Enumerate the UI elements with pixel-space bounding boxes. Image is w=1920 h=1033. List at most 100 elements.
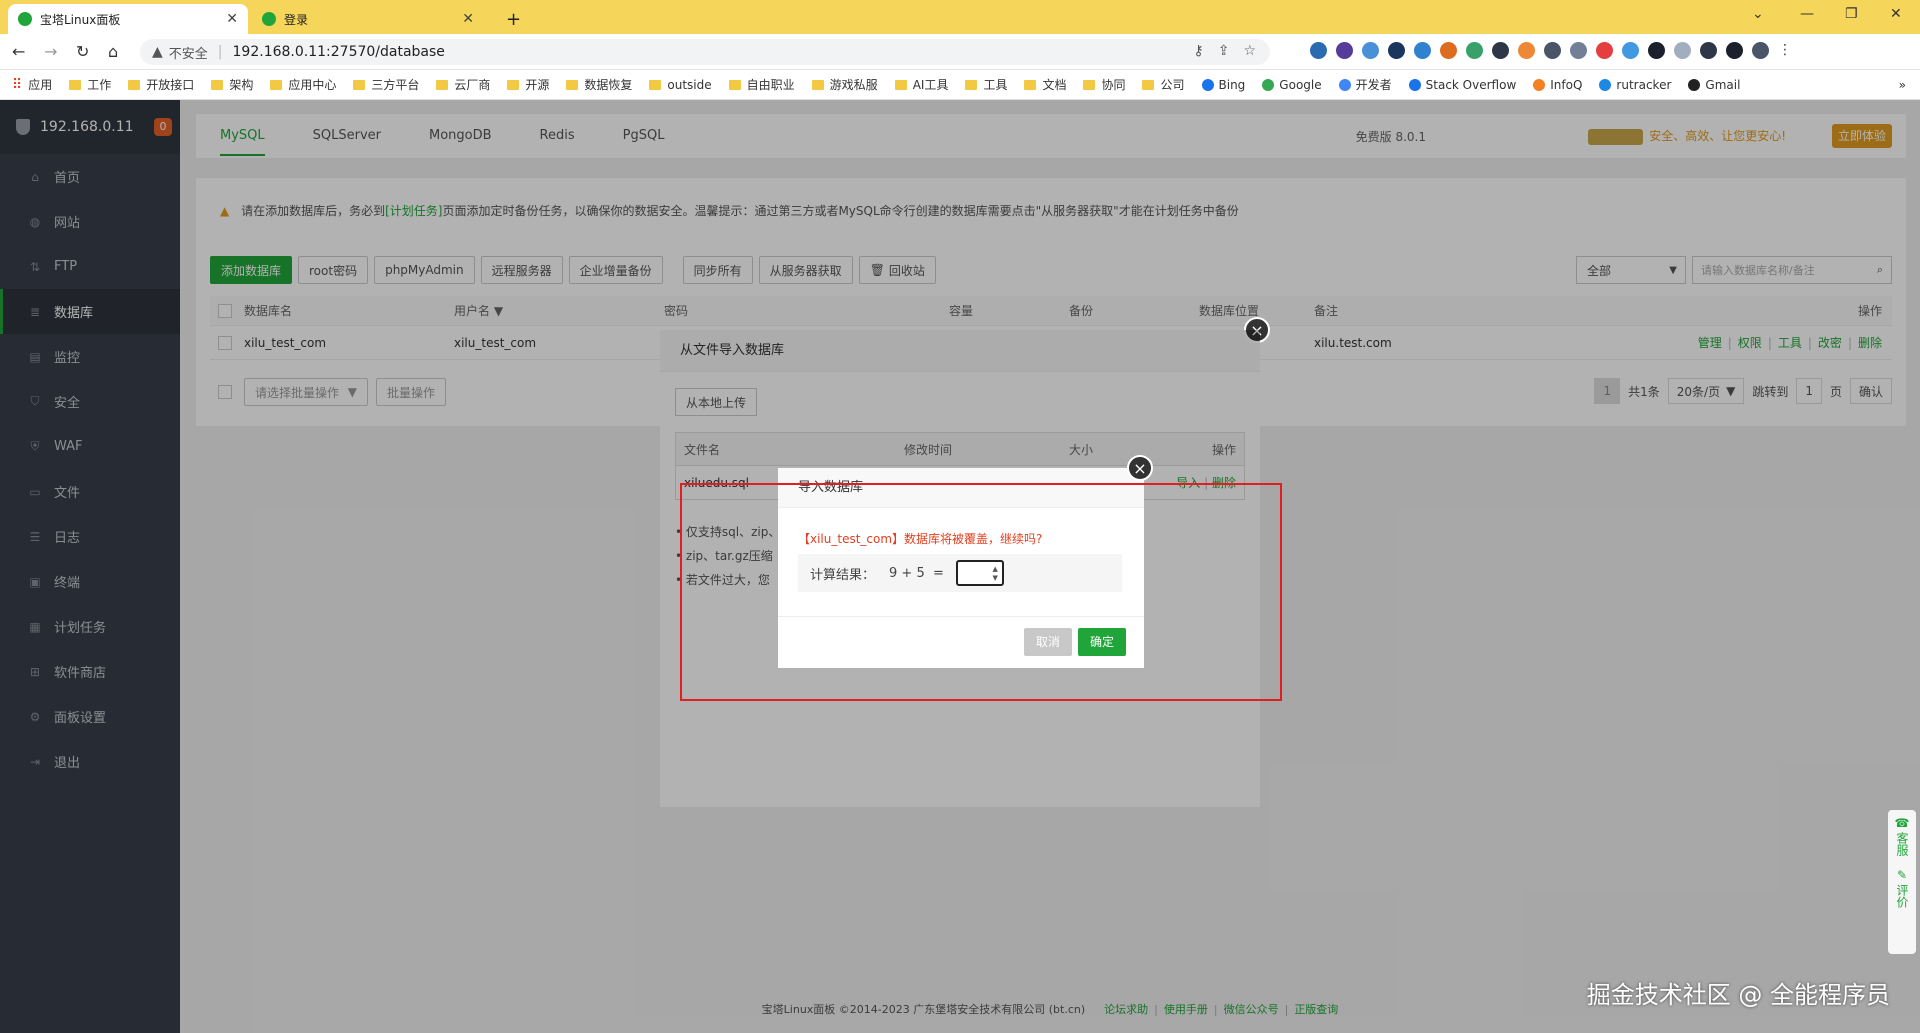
bookmark-folder[interactable]: 开源 — [507, 76, 549, 93]
bookmark-label: 文档 — [1042, 78, 1067, 92]
avatar[interactable] — [1752, 42, 1769, 59]
bookmark-item[interactable]: Bing — [1201, 78, 1245, 92]
bookmark-label: 数据恢复 — [584, 78, 633, 92]
bookmark-folder[interactable]: 工作 — [69, 76, 111, 93]
folder-icon — [1083, 79, 1096, 90]
bookmark-folder[interactable]: 工具 — [965, 76, 1007, 93]
extension-icon[interactable] — [1362, 42, 1379, 59]
bookmark-label: 三方平台 — [371, 78, 420, 92]
bookmark-label: 工具 — [983, 78, 1008, 92]
bookmark-label: 工作 — [87, 78, 112, 92]
tab-search-icon[interactable]: ⌄ — [1752, 6, 1764, 22]
bookmark-label: Gmail — [1705, 77, 1741, 92]
extension-icon[interactable] — [1596, 42, 1613, 59]
close-tab-icon[interactable]: ✕ — [462, 11, 474, 27]
extension-icon[interactable] — [1648, 42, 1665, 59]
bookmark-folder[interactable]: 协同 — [1083, 76, 1125, 93]
extension-icon[interactable] — [1440, 42, 1457, 59]
browser-tab-login[interactable]: 登录 ✕ — [252, 4, 484, 34]
key-icon[interactable]: ⚷ — [1193, 43, 1203, 59]
new-tab-button[interactable]: + — [496, 4, 531, 34]
extension-icon[interactable] — [1518, 42, 1535, 59]
extension-icon[interactable] — [1466, 42, 1483, 59]
back-icon[interactable]: ← — [12, 42, 25, 61]
bookmark-folder[interactable]: 自由职业 — [728, 76, 795, 93]
support-label[interactable]: 客服 — [1895, 832, 1909, 856]
bookmark-folder[interactable]: 游戏私服 — [811, 76, 878, 93]
extension-icon[interactable] — [1310, 42, 1327, 59]
extension-icon[interactable] — [1492, 42, 1509, 59]
folder-icon — [728, 79, 741, 90]
bookmark-item[interactable]: ⠿ 应用 — [12, 76, 52, 93]
login-favicon-icon — [262, 12, 276, 26]
bookmark-folder[interactable]: 应用中心 — [270, 76, 336, 93]
bookmark-item[interactable]: InfoQ — [1533, 78, 1582, 92]
bookmark-item[interactable]: Gmail — [1688, 78, 1740, 92]
folder-icon — [270, 79, 283, 90]
site-favicon-icon — [1262, 78, 1275, 91]
minimize-icon[interactable]: — — [1800, 6, 1814, 22]
edit-icon[interactable]: ✎ — [1888, 868, 1916, 882]
bookmark-folder[interactable]: 开放接口 — [128, 76, 194, 93]
watermark: 掘金技术社区 @ 全能程序员 — [1586, 981, 1890, 1009]
bookmark-folder[interactable]: outside — [649, 78, 712, 92]
window-close-icon[interactable]: ✕ — [1890, 6, 1902, 22]
omnibox[interactable]: ▲ 不安全 | 192.168.0.11:27570/database ⚷ ⇪ … — [140, 39, 1270, 65]
extension-icon[interactable] — [1544, 42, 1561, 59]
reload-icon[interactable]: ↻ — [76, 42, 89, 61]
folder-icon — [1024, 79, 1037, 90]
bookmark-folder[interactable]: 三方平台 — [353, 76, 419, 93]
bookmark-folder[interactable]: 公司 — [1142, 76, 1185, 93]
bookmarks-overflow-icon[interactable]: » — [1899, 78, 1906, 92]
tab-title: 登录 — [284, 12, 309, 27]
extension-icon[interactable] — [1336, 42, 1353, 59]
bookmark-folder[interactable]: AI工具 — [894, 76, 949, 93]
floating-side-bar: ☎ 客服 ✎ 评价 — [1888, 810, 1916, 954]
bookmark-folder[interactable]: 架构 — [211, 76, 253, 93]
bookmark-label: 公司 — [1160, 78, 1185, 92]
site-favicon-icon — [1338, 78, 1351, 91]
bookmark-item[interactable]: 开发者 — [1338, 76, 1392, 93]
divider: | — [217, 44, 223, 60]
bookmarks-bar: ⠿ 应用 工作 开放接口 架构 应用中心 三方平台 云厂商 开源 数据恢复 outside 自由职业 游… — [0, 70, 1920, 100]
menu-icon[interactable]: ⋮ — [1778, 42, 1792, 59]
share-icon[interactable]: ⇪ — [1218, 43, 1230, 59]
bookmark-folder[interactable]: 数据恢复 — [566, 76, 632, 93]
apps-grid-icon: ⠿ — [12, 76, 23, 93]
close-confirm-dialog-icon[interactable]: × — [1127, 455, 1153, 481]
puzzle-icon[interactable] — [1700, 42, 1717, 59]
folder-icon — [811, 79, 824, 90]
warning-icon: ▲ — [152, 44, 163, 60]
close-tab-icon[interactable]: ✕ — [226, 11, 238, 27]
extensions: ⋮ — [1310, 42, 1792, 59]
url-text[interactable]: 192.168.0.11:27570/database — [233, 44, 445, 60]
extension-icon[interactable] — [1674, 42, 1691, 59]
browser-tab-panel[interactable]: 宝塔Linux面板 ✕ — [8, 4, 248, 34]
folder-icon — [507, 79, 520, 90]
bookmark-label: 游戏私服 — [829, 78, 878, 92]
bookmark-label: AI工具 — [912, 78, 949, 92]
bookmark-label: Stack Overflow — [1425, 77, 1517, 92]
forward-icon[interactable]: → — [44, 42, 57, 61]
folder-icon — [894, 79, 907, 90]
bookmark-label: Google — [1279, 77, 1322, 92]
address-bar-row: ← → ↻ ⌂ ▲ 不安全 | 192.168.0.11:27570/datab… — [0, 34, 1920, 70]
tab-title: 宝塔Linux面板 — [40, 12, 121, 27]
extension-icon[interactable] — [1414, 42, 1431, 59]
bookmark-folder[interactable]: 文档 — [1024, 76, 1066, 93]
home-icon[interactable]: ⌂ — [108, 42, 118, 61]
extension-icon[interactable] — [1388, 42, 1405, 59]
bookmark-item[interactable]: rutracker — [1599, 78, 1671, 92]
restore-icon[interactable]: ❐ — [1845, 6, 1858, 22]
star-icon[interactable]: ☆ — [1243, 43, 1256, 59]
support-icon[interactable]: ☎ — [1888, 816, 1916, 830]
sidepanel-icon[interactable] — [1726, 42, 1743, 59]
bookmark-item[interactable]: Stack Overflow — [1408, 77, 1517, 92]
review-label[interactable]: 评价 — [1895, 884, 1909, 908]
bookmark-label: InfoQ — [1550, 77, 1583, 92]
bookmark-item[interactable]: Google — [1262, 77, 1322, 92]
browser-tab-strip: 宝塔Linux面板 ✕ 登录 ✕ + ⌄ — ❐ ✕ — [0, 0, 1920, 34]
extension-icon[interactable] — [1622, 42, 1639, 59]
bookmark-folder[interactable]: 云厂商 — [436, 76, 490, 93]
extension-icon[interactable] — [1570, 42, 1587, 59]
